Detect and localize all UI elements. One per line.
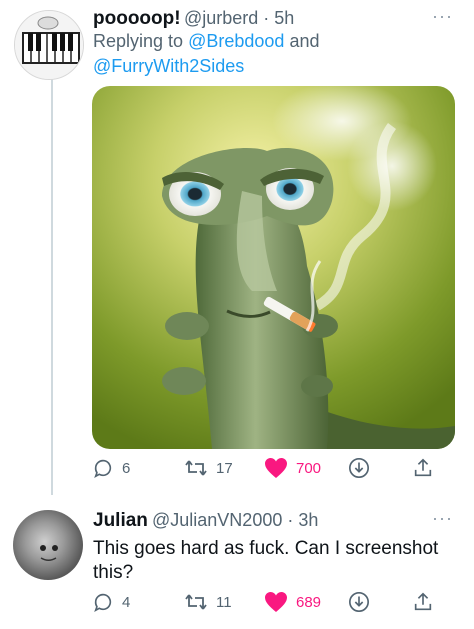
share-icon bbox=[414, 592, 432, 611]
share-button[interactable] bbox=[412, 587, 434, 617]
download-circle-icon bbox=[349, 458, 369, 478]
heart-filled-icon bbox=[265, 458, 287, 478]
download-button[interactable] bbox=[348, 453, 370, 483]
replying-and-label: and bbox=[289, 31, 320, 51]
avatar[interactable] bbox=[13, 510, 83, 580]
reply-icon bbox=[94, 593, 112, 612]
retweet-icon bbox=[185, 460, 207, 476]
tweet[interactable]: pooooop! @jurberd · 5h ··· Replying to @… bbox=[0, 0, 474, 495]
share-icon bbox=[414, 458, 432, 477]
tweet[interactable]: Julian @JulianVN2000 · 3h ··· This goes … bbox=[0, 495, 474, 629]
retweet-count: 11 bbox=[216, 593, 232, 611]
display-name[interactable]: pooooop! bbox=[93, 8, 181, 30]
mention-link-brebdood[interactable]: @Brebdood bbox=[188, 31, 284, 51]
like-count: 689 bbox=[296, 593, 322, 611]
like-button[interactable]: 689 bbox=[264, 587, 321, 617]
retweet-icon bbox=[185, 594, 207, 610]
replying-to-line-2: @FurryWith2Sides bbox=[93, 56, 244, 77]
like-button[interactable]: 700 bbox=[264, 453, 321, 483]
download-circle-icon bbox=[349, 592, 369, 612]
retweet-button[interactable]: 11 bbox=[184, 587, 232, 617]
like-count: 700 bbox=[296, 459, 322, 477]
avatar[interactable] bbox=[14, 10, 84, 80]
reply-count: 6 bbox=[122, 459, 131, 477]
more-options-icon[interactable]: ··· bbox=[432, 508, 453, 529]
share-button[interactable] bbox=[412, 453, 434, 483]
more-options-icon[interactable]: ··· bbox=[432, 6, 453, 27]
mention-link-furrywith2sides[interactable]: @FurryWith2Sides bbox=[93, 56, 244, 76]
tweet-text: This goes hard as fuck. Can I screenshot… bbox=[93, 538, 439, 583]
reply-button[interactable]: 4 bbox=[92, 587, 130, 617]
tweet-actions-bar: 4 11 689 bbox=[92, 587, 462, 617]
reply-count: 4 bbox=[122, 593, 131, 611]
reply-icon bbox=[94, 459, 112, 478]
replying-to-label: Replying to bbox=[93, 31, 184, 51]
retweet-button[interactable]: 17 bbox=[184, 453, 233, 483]
heart-filled-icon bbox=[265, 592, 287, 612]
handle-and-time[interactable]: @jurberd · 5h bbox=[184, 8, 294, 29]
reply-button[interactable]: 6 bbox=[92, 453, 130, 483]
retweet-count: 17 bbox=[216, 459, 233, 477]
handle-and-time[interactable]: @JulianVN2000 · 3h bbox=[152, 510, 318, 531]
tweet-media-image[interactable] bbox=[92, 86, 455, 449]
tweet-actions-bar: 6 17 700 bbox=[92, 453, 462, 483]
thread-connector-line bbox=[51, 70, 53, 495]
download-button[interactable] bbox=[348, 587, 370, 617]
replying-to-line: Replying to @Brebdood and bbox=[93, 31, 319, 52]
display-name[interactable]: Julian bbox=[93, 510, 148, 532]
